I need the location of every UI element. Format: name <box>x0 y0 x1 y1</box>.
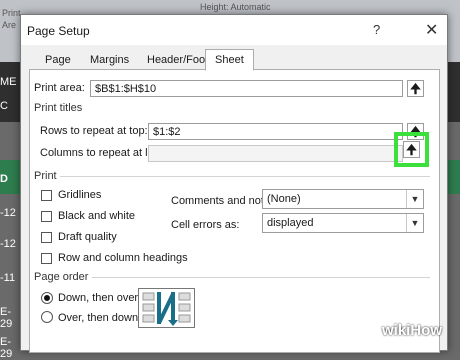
columns-to-repeat-label: Columns to repeat at left: <box>40 147 163 159</box>
black-and-white-checkbox[interactable] <box>41 211 52 222</box>
black-and-white-label: Black and white <box>58 210 136 222</box>
page-setup-dialog: Page Setup ? ✕ Page Margins Header/Foote… <box>20 14 448 353</box>
columns-collapse-button[interactable]: 🠉 <box>403 141 420 158</box>
print-area-input[interactable]: $B$1:$H$10 <box>90 80 403 97</box>
up-arrow-icon: 🠉 <box>410 81 421 96</box>
page-order-section-label: Page order <box>34 271 89 283</box>
rows-to-repeat-input[interactable]: $1:$2 <box>148 123 403 140</box>
print-titles-section-label: Print titles <box>34 102 83 114</box>
chevron-down-icon: ▼ <box>406 214 423 232</box>
watermark: wikiHow <box>382 322 443 339</box>
tab-sheet[interactable]: Sheet <box>205 49 254 71</box>
comments-select[interactable]: (None) ▼ <box>262 189 424 209</box>
row-column-headings-checkbox[interactable] <box>41 253 52 264</box>
section-divider <box>60 176 430 177</box>
gridlines-label: Gridlines <box>58 189 102 201</box>
print-section-label: Print <box>34 170 57 182</box>
close-button[interactable]: ✕ <box>425 20 438 40</box>
comments-value: (None) <box>267 193 301 205</box>
print-area-label: Print area: <box>34 82 85 94</box>
row-label: ME <box>0 76 17 88</box>
sheet-tab-panel: Print area: $B$1:$H$10 🠉 Print titles Ro… <box>29 69 440 353</box>
over-then-down-label: Over, then down <box>58 312 139 324</box>
chevron-down-icon: ▼ <box>406 190 423 208</box>
row-label: D <box>0 173 8 185</box>
title-bar: Page Setup ? ✕ <box>21 15 447 45</box>
up-arrow-icon: 🠉 <box>406 142 417 157</box>
draft-quality-checkbox[interactable] <box>41 232 52 243</box>
row-label: -12 <box>0 207 16 219</box>
row-label: E-29 <box>0 336 13 360</box>
dialog-title: Page Setup <box>27 24 90 38</box>
cell-errors-value: displayed <box>267 217 314 229</box>
ribbon-text: Height: Automatic <box>200 2 271 12</box>
row-label: E-29 <box>0 306 13 330</box>
print-area-collapse-button[interactable]: 🠉 <box>407 80 424 97</box>
columns-to-repeat-input[interactable] <box>148 145 403 162</box>
section-divider <box>92 277 430 278</box>
page-order-preview <box>138 288 195 328</box>
row-label: -11 <box>0 272 16 284</box>
tab-page[interactable]: Page <box>45 51 71 69</box>
draft-quality-label: Draft quality <box>58 231 117 243</box>
ribbon-text: Are <box>2 20 17 30</box>
row-column-headings-label: Row and column headings <box>58 252 188 264</box>
tab-margins[interactable]: Margins <box>90 51 129 69</box>
rows-to-repeat-label: Rows to repeat at top: <box>40 125 148 137</box>
cell-errors-select[interactable]: displayed ▼ <box>262 213 424 233</box>
tab-strip: Page Margins Header/Footer Sheet <box>29 49 439 71</box>
row-label: C <box>0 100 8 112</box>
down-then-over-label: Down, then over <box>58 292 139 304</box>
cell-errors-label: Cell errors as: <box>171 219 240 231</box>
row-label: -12 <box>0 238 16 250</box>
over-then-down-radio[interactable] <box>41 311 53 323</box>
down-then-over-radio[interactable] <box>41 292 53 304</box>
ribbon-text: Print <box>2 8 21 18</box>
gridlines-checkbox[interactable] <box>41 190 52 201</box>
help-button[interactable]: ? <box>373 22 380 37</box>
